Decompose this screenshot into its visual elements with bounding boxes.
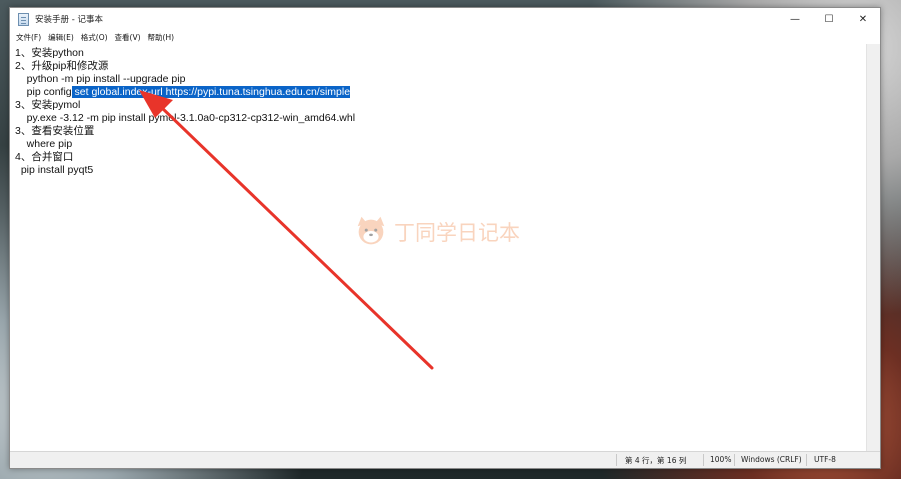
window-title: 安装手册 - 记事本 <box>35 15 103 25</box>
text-line: py.exe -3.12 -m pip install pymol-3.1.0a… <box>15 112 356 124</box>
selected-text[interactable]: set global.index-url https://pypi.tuna.t… <box>71 86 351 98</box>
zoom-level: 100% <box>710 455 732 464</box>
minimize-button[interactable]: — <box>778 8 812 30</box>
status-separator <box>734 454 735 466</box>
status-separator <box>616 454 617 466</box>
menu-help[interactable]: 帮助(H) <box>148 32 175 43</box>
text-line: pip install pyqt5 <box>15 164 94 176</box>
text-line-start: pip config <box>15 86 72 98</box>
status-separator <box>703 454 704 466</box>
menu-bar: 文件(F) 编辑(E) 格式(O) 查看(V) 帮助(H) <box>10 30 880 44</box>
line-ending: Windows (CRLF) <box>741 455 802 464</box>
maximize-button[interactable]: ☐ <box>812 8 846 30</box>
notepad-icon <box>18 12 29 26</box>
text-editor[interactable]: 1、安装python 2、升级pip和修改源 python -m pip ins… <box>10 44 866 451</box>
status-bar: 第 4 行，第 16 列 100% Windows (CRLF) UTF-8 <box>10 451 880 468</box>
status-separator <box>806 454 807 466</box>
window-controls: — ☐ ✕ <box>778 8 880 30</box>
text-line: 2、升级pip和修改源 <box>15 60 109 72</box>
close-button[interactable]: ✕ <box>846 8 880 30</box>
encoding: UTF-8 <box>814 455 836 464</box>
text-line: 4、合并窗口 <box>15 151 74 163</box>
menu-file[interactable]: 文件(F) <box>16 32 41 43</box>
menu-edit[interactable]: 编辑(E) <box>48 32 74 43</box>
text-line: 3、安装pymol <box>15 99 81 111</box>
menu-format[interactable]: 格式(O) <box>81 32 108 43</box>
text-line: pip config set global.index-url https://… <box>15 86 351 98</box>
menu-view[interactable]: 查看(V) <box>115 32 141 43</box>
text-line: 1、安装python <box>15 47 84 59</box>
text-line: where pip <box>15 138 73 150</box>
title-bar[interactable]: 安装手册 - 记事本 — ☐ ✕ <box>10 8 880 30</box>
vertical-scrollbar[interactable] <box>866 44 880 451</box>
notepad-window[interactable]: 安装手册 - 记事本 — ☐ ✕ 文件(F) 编辑(E) 格式(O) 查看(V)… <box>9 7 881 469</box>
text-line: 3、查看安装位置 <box>15 125 95 137</box>
text-line: python -m pip install --upgrade pip <box>15 73 186 85</box>
cursor-position: 第 4 行，第 16 列 <box>625 456 687 465</box>
